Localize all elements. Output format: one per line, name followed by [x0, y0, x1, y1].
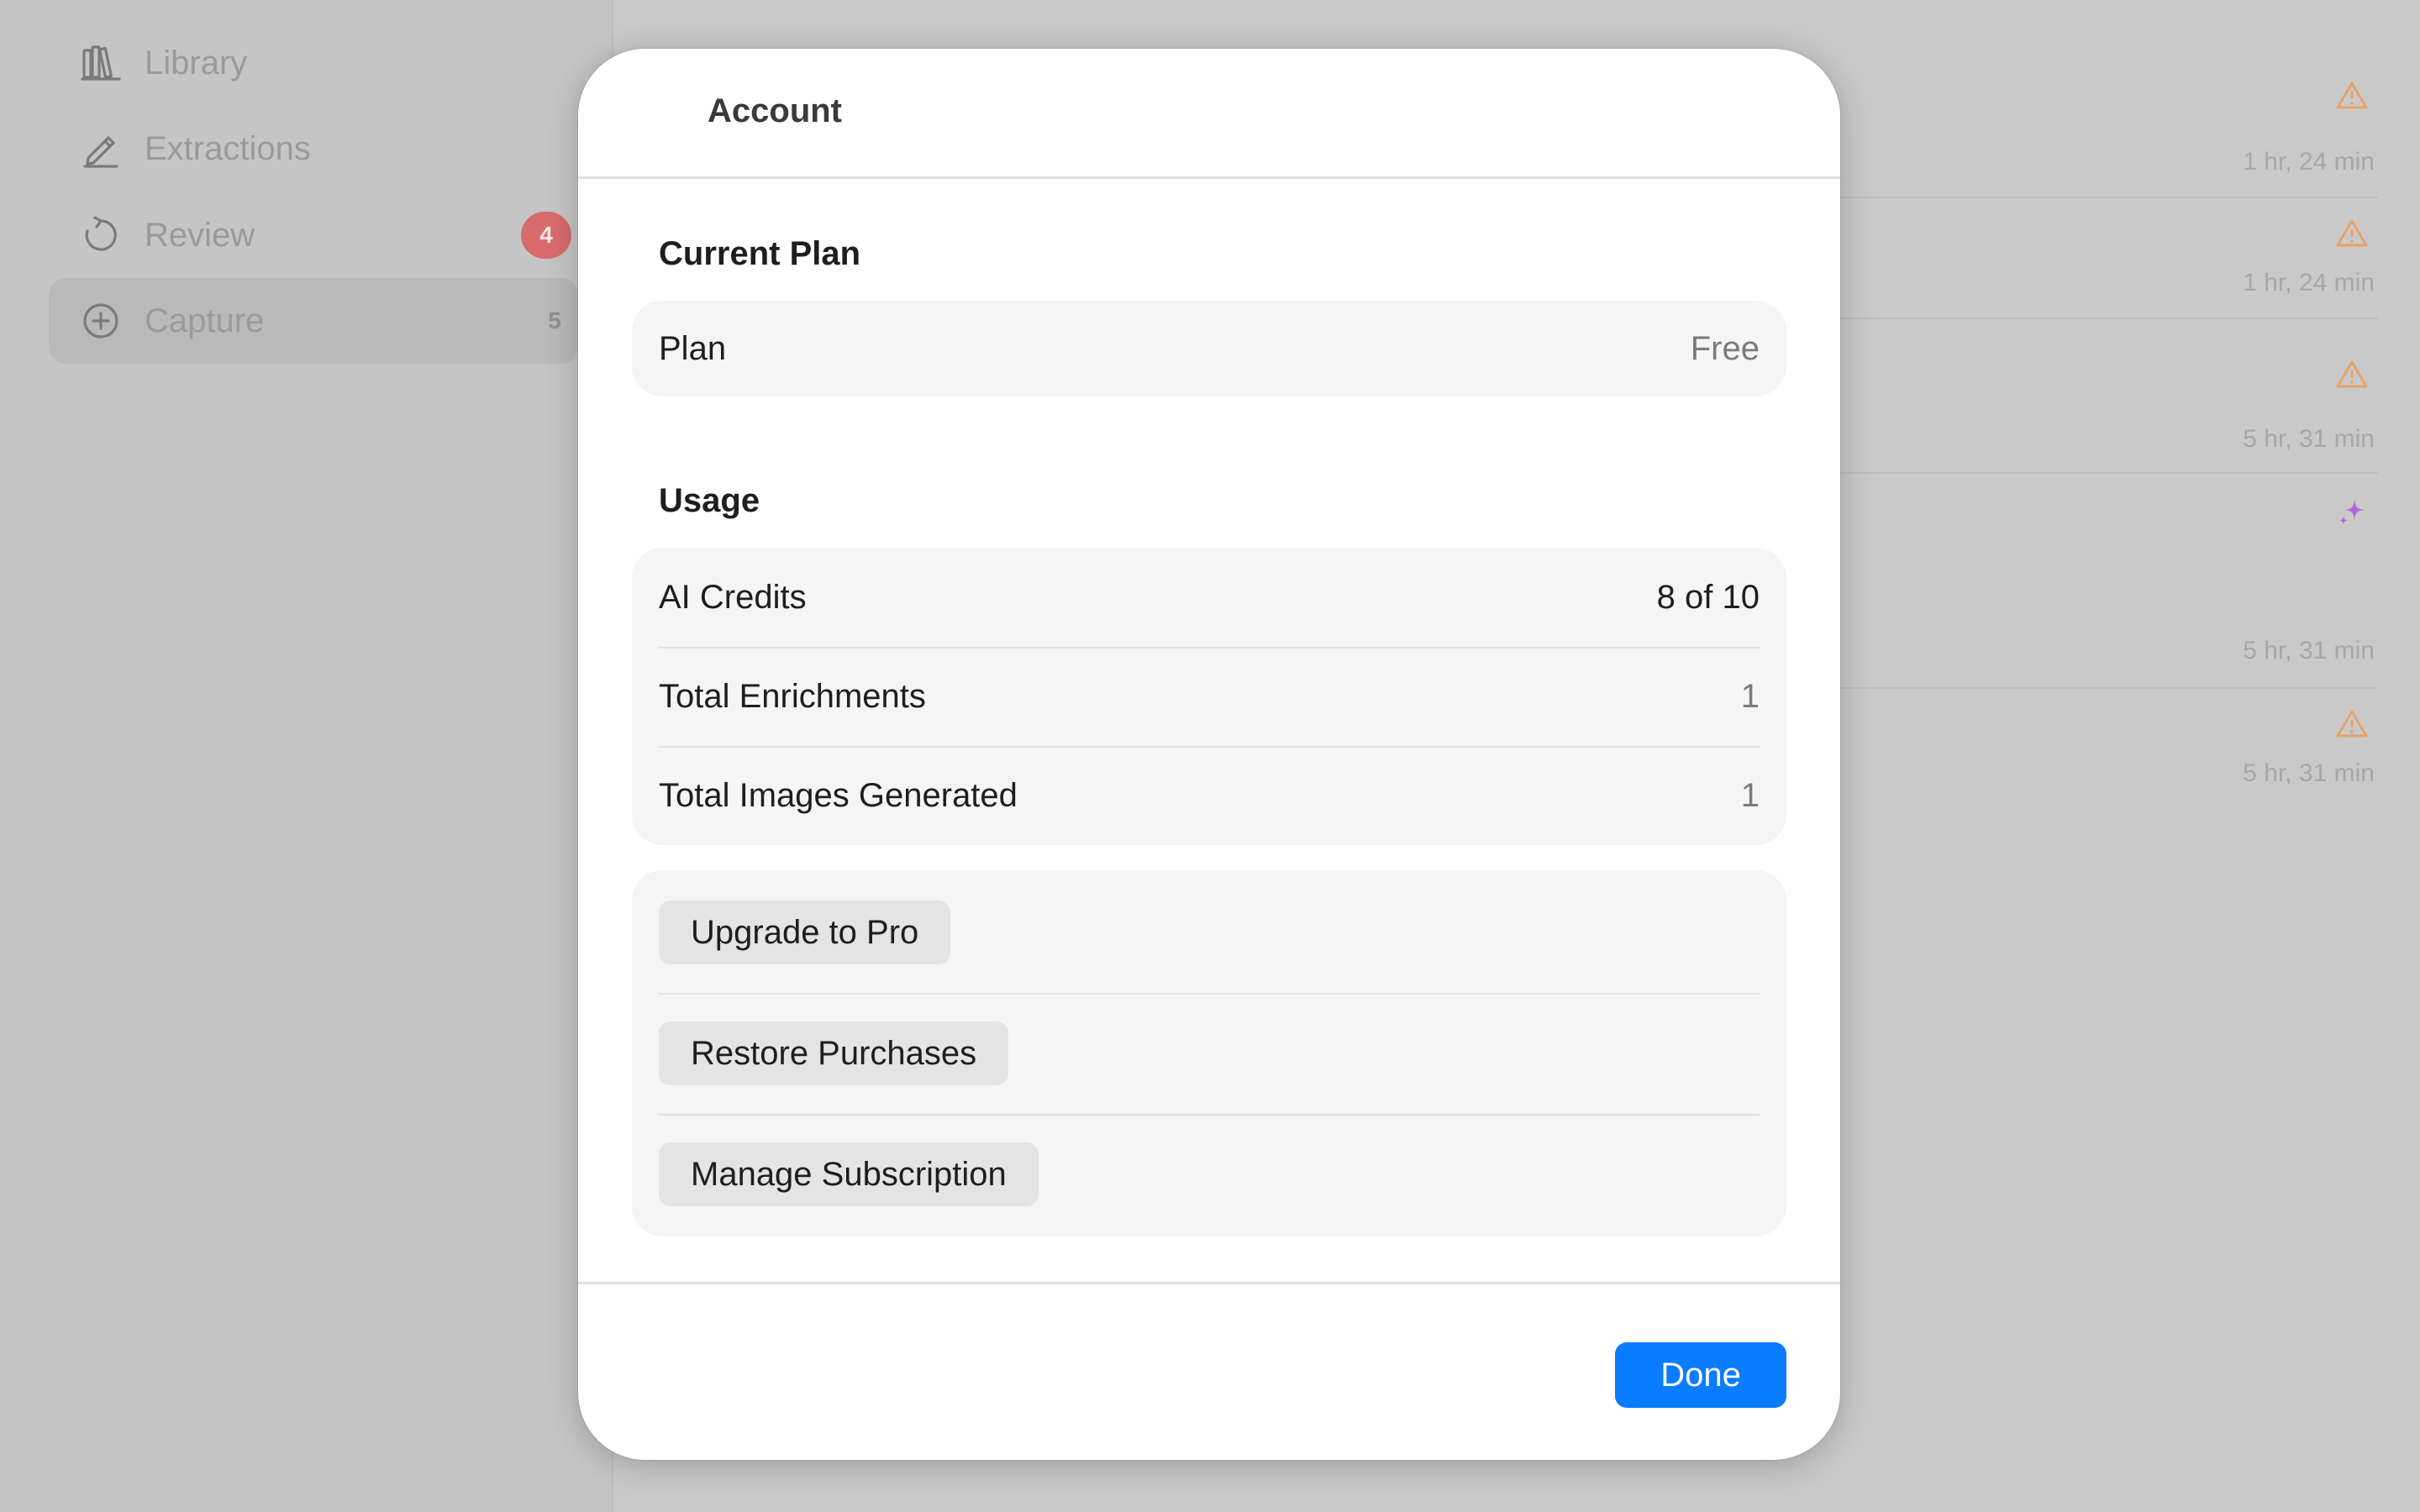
- sidebar-item-library[interactable]: Library: [49, 20, 578, 106]
- usage-row-images: Total Images Generated 1: [632, 746, 1786, 845]
- sidebar-item-label: Extractions: [145, 129, 311, 167]
- restore-row: Restore Purchases: [632, 993, 1786, 1114]
- sidebar-item-label: Review: [145, 216, 255, 254]
- review-count-badge: 4: [521, 212, 571, 259]
- footer-divider: [578, 1282, 1840, 1284]
- warning-icon: [2336, 360, 2368, 396]
- plan-value: Free: [1690, 329, 1760, 367]
- plan-label: Plan: [659, 329, 727, 367]
- plus-circle-icon: [76, 296, 126, 346]
- sheet-title: Account: [708, 92, 842, 129]
- list-item-time: 5 hr, 31 min: [2243, 425, 2375, 453]
- sheet-header: Account: [578, 49, 1840, 179]
- capture-count-badge: 5: [548, 307, 561, 333]
- subscription-actions-group: Upgrade to Pro Restore Purchases Manage …: [632, 870, 1786, 1236]
- manage-row: Manage Subscription: [632, 1114, 1786, 1235]
- warning-icon: [2336, 709, 2368, 745]
- usage-row-enrichments: Total Enrichments 1: [632, 647, 1786, 746]
- warning-icon: [2336, 81, 2368, 117]
- usage-row-label: Total Images Generated: [659, 776, 1018, 814]
- list-item-time: 1 hr, 24 min: [2243, 269, 2375, 297]
- list-item[interactable]: 5 hr, 31 min: [1815, 319, 2378, 474]
- done-button[interactable]: Done: [1615, 1342, 1786, 1408]
- usage-group: AI Credits 8 of 10 Total Enrichments 1 T…: [632, 548, 1786, 845]
- pencil-icon: [76, 123, 126, 174]
- sidebar-item-review[interactable]: Review 4: [49, 192, 578, 278]
- list-item-time: 1 hr, 24 min: [2243, 148, 2375, 176]
- list-item-time: 5 hr, 31 min: [2243, 759, 2375, 787]
- books-icon: [76, 38, 126, 88]
- list-item[interactable]: 5 hr, 31 min: [1815, 474, 2378, 689]
- list-item[interactable]: 1 hr, 24 min: [1815, 198, 2378, 319]
- upgrade-to-pro-button[interactable]: Upgrade to Pro: [659, 900, 951, 964]
- refresh-icon: [76, 210, 126, 260]
- background-list: 1 hr, 24 min 1 hr, 24 min 5 hr, 31 min 5…: [1815, 0, 2378, 840]
- manage-subscription-button[interactable]: Manage Subscription: [659, 1142, 1039, 1206]
- sidebar-item-label: Library: [145, 44, 248, 81]
- usage-row-label: Total Enrichments: [659, 677, 926, 715]
- usage-row-value: 1: [1740, 677, 1760, 715]
- usage-heading: Usage: [659, 482, 760, 519]
- sidebar-item-label: Capture: [145, 302, 265, 339]
- list-item[interactable]: 5 hr, 31 min: [1815, 689, 2378, 815]
- account-sheet: Account Current Plan Plan Free Usage AI …: [578, 49, 1840, 1460]
- upgrade-row: Upgrade to Pro: [632, 872, 1786, 993]
- sparkle-icon: [2336, 496, 2368, 535]
- usage-row-label: AI Credits: [659, 578, 807, 616]
- sidebar-item-extractions[interactable]: Extractions: [49, 106, 578, 192]
- plan-row: Plan Free: [632, 301, 1786, 396]
- list-item[interactable]: 1 hr, 24 min: [1815, 0, 2378, 198]
- restore-purchases-button[interactable]: Restore Purchases: [659, 1021, 1009, 1085]
- list-item-time: 5 hr, 31 min: [2243, 637, 2375, 664]
- usage-row-value: 1: [1740, 776, 1760, 814]
- current-plan-group: Plan Free: [632, 301, 1786, 396]
- sidebar: Library Extractions Review 4 Capture 5: [0, 0, 613, 1512]
- usage-row-value: 8 of 10: [1656, 578, 1760, 616]
- warning-icon: [2336, 218, 2368, 255]
- usage-row-ai-credits: AI Credits 8 of 10: [632, 548, 1786, 647]
- sidebar-item-capture[interactable]: Capture 5: [49, 278, 578, 364]
- current-plan-heading: Current Plan: [659, 235, 861, 272]
